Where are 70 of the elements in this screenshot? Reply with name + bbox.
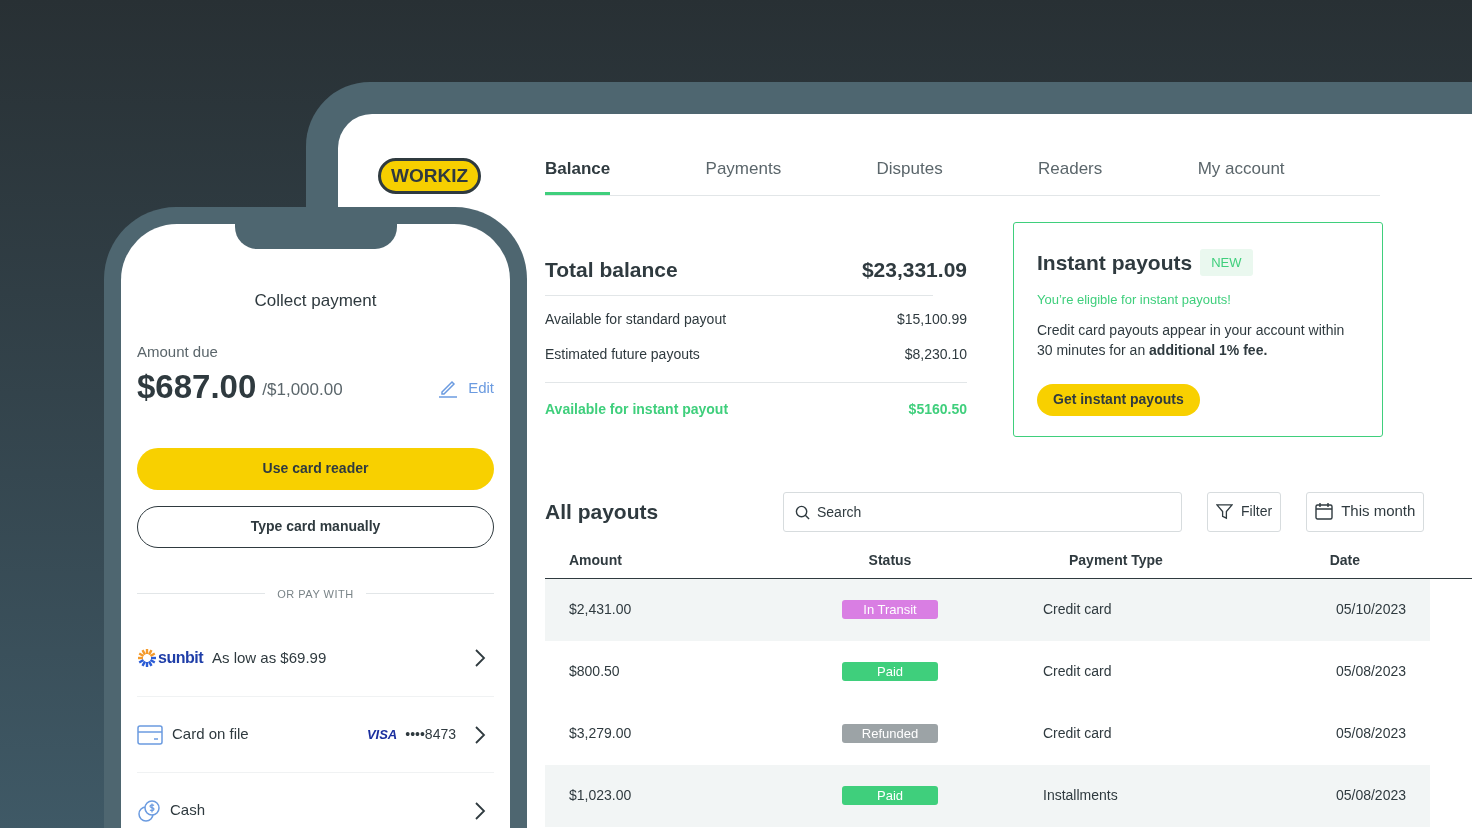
payment-method-row[interactable]: Card on file VISA ••••8473 xyxy=(137,696,494,772)
date-cell: 05/10/2023 xyxy=(1335,601,1406,617)
method-label: Cash xyxy=(170,800,206,821)
status-badge: Paid xyxy=(842,662,938,681)
payout-row[interactable]: $2,431.00 In Transit Credit card 05/10/2023 xyxy=(545,578,1430,641)
sunbit-logo: sunbit xyxy=(158,648,203,668)
nav-tab[interactable]: Balance xyxy=(545,156,611,195)
calendar-icon xyxy=(1315,503,1334,520)
balance-title: Total balance xyxy=(545,256,678,283)
amount-cell: $3,279.00 xyxy=(569,725,632,741)
eligibility-text: You’re eligible for instant payouts! xyxy=(1037,291,1232,309)
amount-cell: $1,023.00 xyxy=(569,787,632,803)
chevron-right-icon xyxy=(474,648,486,668)
card-number: ••••8473 xyxy=(405,725,456,744)
payment-type-cell: Credit card xyxy=(1043,601,1112,617)
instant-payout-value: $5160.50 xyxy=(908,400,967,419)
status-badge: Paid xyxy=(842,786,938,805)
payment-type-cell: Credit card xyxy=(1043,725,1112,741)
balance-label: Estimated future payouts xyxy=(545,345,700,364)
filter-icon xyxy=(1216,503,1233,520)
card-title: Instant payouts xyxy=(1037,249,1193,276)
search-field[interactable]: Search xyxy=(783,491,1182,532)
balance-value: $8,230.10 xyxy=(904,345,967,364)
date-cell: 05/08/2023 xyxy=(1335,787,1406,803)
column-header: Amount xyxy=(569,551,622,568)
date-cell: 05/08/2023 xyxy=(1335,663,1406,679)
balance-label: Available for standard payout xyxy=(545,310,727,329)
balance-total: $23,331.09 xyxy=(861,256,967,283)
payout-description: Credit card payouts appear in your account within 30 minutes for an additional 1% fee. xyxy=(1037,320,1346,360)
nav-tab[interactable]: Readers xyxy=(1038,156,1103,195)
column-header: Date xyxy=(1329,551,1360,568)
balance-value: $15,100.99 xyxy=(896,310,967,329)
payment-type-cell: Credit card xyxy=(1043,663,1112,679)
use-card-reader-button[interactable]: Use card reader xyxy=(137,447,494,490)
new-badge: NEW xyxy=(1200,248,1253,276)
get-instant-payouts-button[interactable]: Get instant payouts xyxy=(1037,383,1200,416)
method-label: As low as $69.99 xyxy=(212,647,327,668)
nav-tab[interactable]: My account xyxy=(1197,156,1285,195)
payment-method-row[interactable]: sunbit As low as $69.99 xyxy=(137,620,494,696)
screen-title: Collect payment xyxy=(254,291,377,310)
filter-button[interactable]: Filter xyxy=(1207,491,1282,532)
chevron-right-icon xyxy=(474,724,486,745)
payouts-title: All payouts xyxy=(545,498,660,525)
date-range-button[interactable]: This month xyxy=(1306,491,1425,532)
visa-logo: VISA xyxy=(366,725,398,744)
search-icon xyxy=(795,504,810,520)
coin-icon xyxy=(137,798,161,823)
method-label: Card on file xyxy=(172,724,249,745)
payout-row[interactable]: $1,023.00 Paid Installments 05/08/2023 xyxy=(545,764,1430,827)
status-badge: Refunded xyxy=(842,724,938,743)
nav-tab[interactable]: Payments xyxy=(705,156,782,195)
credit-card-icon xyxy=(137,724,163,745)
instant-payout-label: Available for instant payout xyxy=(545,400,729,419)
sunburst-icon xyxy=(137,648,157,668)
amount-cell: $2,431.00 xyxy=(569,601,632,617)
payment-type-cell: Installments xyxy=(1043,787,1118,803)
amount-due: $687.00 xyxy=(137,367,257,406)
amount-cell: $800.50 xyxy=(569,663,620,679)
date-cell: 05/08/2023 xyxy=(1335,725,1406,741)
divider-label: OR PAY WITH xyxy=(277,586,354,602)
pencil-icon xyxy=(438,378,459,399)
column-header: Payment Type xyxy=(1069,551,1163,568)
amount-label: Amount due xyxy=(137,342,218,360)
nav-tab[interactable]: Disputes xyxy=(876,156,943,195)
logo: WORKIZ xyxy=(378,158,482,194)
status-badge: In Transit xyxy=(842,600,938,619)
payment-method-row[interactable]: Cash xyxy=(137,772,494,828)
amount-total: /$1,000.00 xyxy=(262,379,343,401)
column-header: Status xyxy=(868,551,912,568)
chevron-right-icon xyxy=(474,800,486,821)
